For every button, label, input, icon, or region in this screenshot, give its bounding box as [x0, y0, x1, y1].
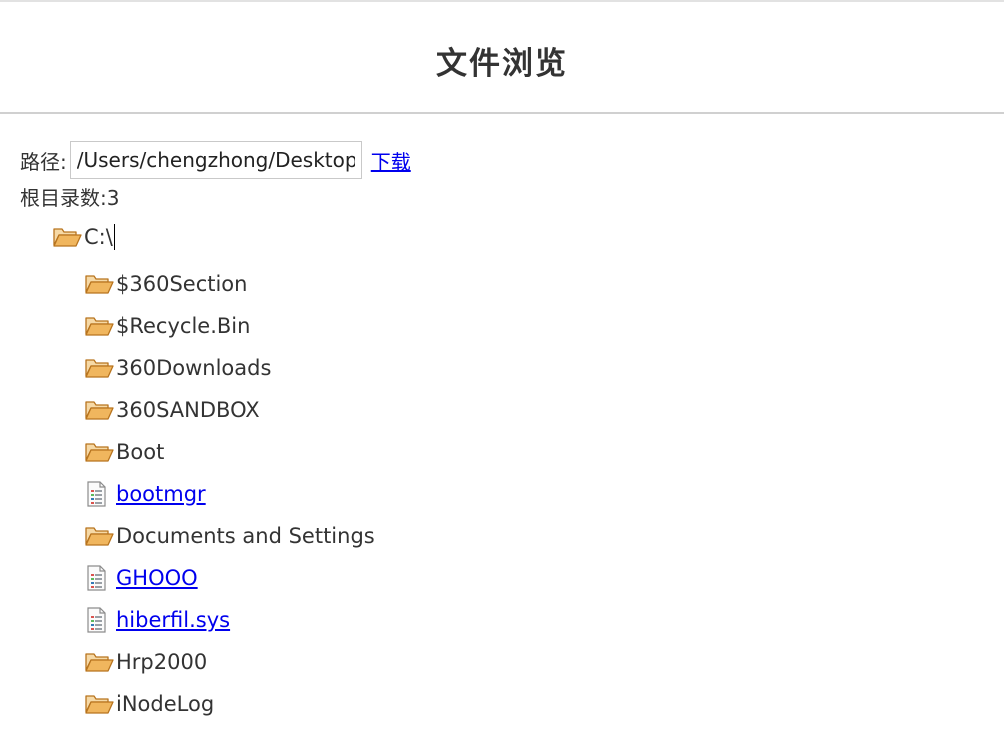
tree-children: $360Section $Recycle.Bin 360Downloads 360SA… [84, 263, 375, 725]
tree-root-label: C:\ [84, 225, 113, 249]
file-item[interactable]: hiberfil.sys [84, 599, 375, 641]
folder-label: $Recycle.Bin [116, 314, 251, 338]
page-header: 文件浏览 [0, 2, 1004, 114]
root-count: 根目录数:3 [20, 186, 120, 210]
folder-label: Boot [116, 440, 165, 464]
file-item[interactable]: bootmgr [84, 473, 375, 515]
file-icon [84, 481, 116, 507]
file-link[interactable]: GHOOO [116, 566, 198, 590]
folder-open-icon [84, 649, 116, 675]
folder-label: 360Downloads [116, 356, 272, 380]
path-input[interactable] [69, 141, 362, 179]
folder-label: 360SANDBOX [116, 398, 260, 422]
folder-item[interactable]: Documents and Settings [84, 515, 375, 557]
tree-root-drive[interactable]: C:\ [52, 222, 116, 252]
folder-open-icon [84, 355, 116, 381]
download-link[interactable]: 下载 [371, 146, 411, 175]
folder-open-icon [84, 313, 116, 339]
folder-item[interactable]: Boot [84, 431, 375, 473]
file-link[interactable]: hiberfil.sys [116, 608, 230, 632]
page-title: 文件浏览 [436, 46, 568, 82]
folder-item[interactable]: $360Section [84, 263, 375, 305]
folder-open-icon [52, 224, 84, 250]
path-label: 路径: [20, 149, 67, 174]
file-item[interactable]: GHOOO [84, 557, 375, 599]
folder-label: Documents and Settings [116, 524, 375, 548]
folder-label: iNodeLog [116, 692, 215, 716]
file-icon [84, 607, 116, 633]
folder-item[interactable]: 360SANDBOX [84, 389, 375, 431]
folder-open-icon [84, 691, 116, 717]
text-cursor [113, 224, 116, 250]
folder-label: Hrp2000 [116, 650, 208, 674]
folder-open-icon [84, 439, 116, 465]
folder-open-icon [84, 397, 116, 423]
folder-open-icon [84, 271, 116, 297]
folder-open-icon [84, 523, 116, 549]
folder-item[interactable]: Hrp2000 [84, 641, 375, 683]
path-bar: 路径: 下载 [20, 140, 411, 180]
folder-item[interactable]: iNodeLog [84, 683, 375, 725]
folder-label: $360Section [116, 272, 248, 296]
file-link[interactable]: bootmgr [116, 482, 206, 506]
file-icon [84, 565, 116, 591]
folder-item[interactable]: 360Downloads [84, 347, 375, 389]
folder-item[interactable]: $Recycle.Bin [84, 305, 375, 347]
